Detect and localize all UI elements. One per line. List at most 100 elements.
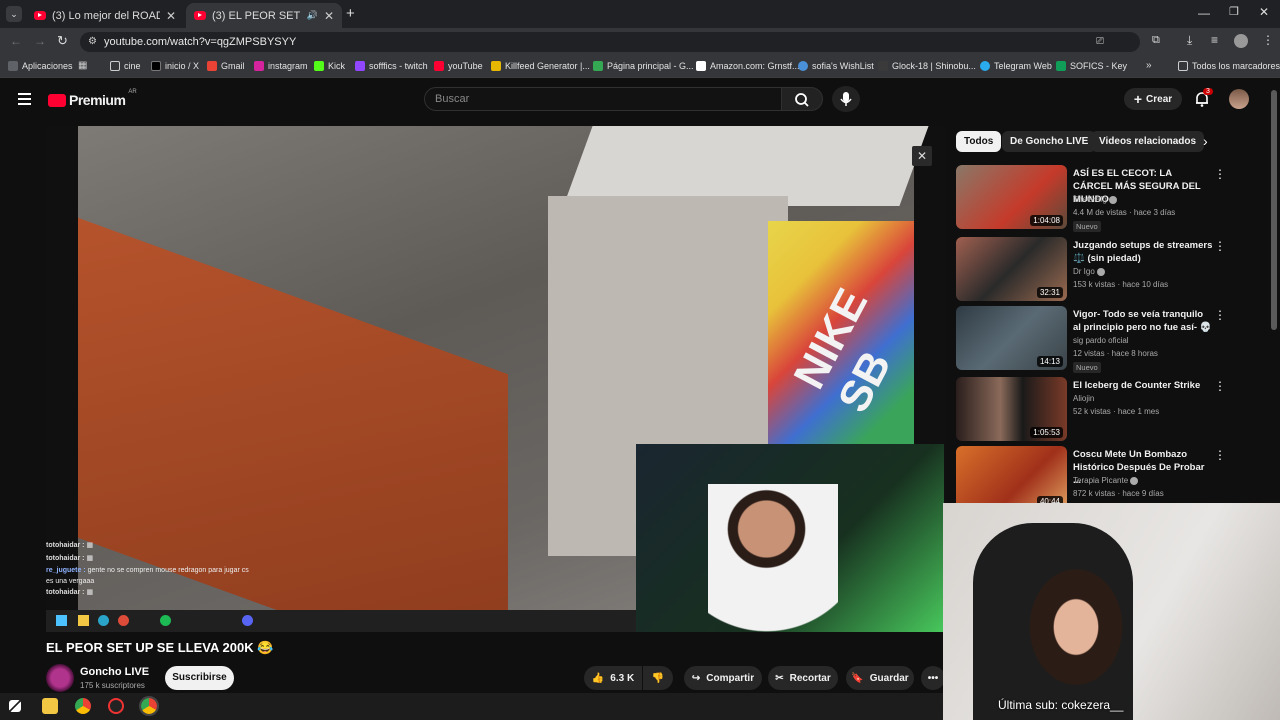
channel-name[interactable]: Goncho LIVE: [80, 666, 149, 678]
start-icon[interactable]: [9, 700, 21, 712]
browser-menu-icon[interactable]: ⋮: [1262, 33, 1274, 47]
bookmark-telegram[interactable]: Telegram Web: [980, 61, 1052, 71]
video-thumbnail[interactable]: 1:04:08: [956, 165, 1067, 229]
page-scrollbar[interactable]: [1271, 90, 1277, 330]
search-button[interactable]: [781, 87, 823, 111]
new-tab-button[interactable]: +: [346, 5, 355, 22]
all-bookmarks[interactable]: Todos los marcadores: [1178, 61, 1280, 71]
video-player[interactable]: NIKE SB totohaidar : ▦ totohaidar : ▦ re…: [46, 126, 946, 632]
bookmark-x[interactable]: inicio / X: [151, 61, 199, 71]
close-miniplayer-icon[interactable]: ✕: [912, 146, 932, 166]
bookmark-killfeed[interactable]: Killfeed Generator |...: [491, 61, 590, 71]
url-bar[interactable]: ⚙ youtube.com/watch?v=qgZMPSBYSYY ⎚: [80, 32, 1140, 52]
create-button[interactable]: + Crear: [1124, 88, 1182, 110]
video-thumbnail[interactable]: 40:44: [956, 446, 1067, 510]
verified-icon: [1130, 476, 1139, 485]
channel-avatar[interactable]: [46, 664, 74, 692]
recommended-video[interactable]: 32:31 Juzgando setups de streamers ⚖️ (s…: [956, 237, 1256, 301]
close-tab-icon[interactable]: ✕: [166, 9, 176, 23]
recommended-channel[interactable]: sig pardo oficial: [1073, 336, 1129, 345]
browser-tab-2-active[interactable]: (3) EL PEOR SET UP SE LLEV 🔊 ✕: [186, 3, 342, 28]
menu-icon[interactable]: [14, 90, 34, 108]
tab-list-icon[interactable]: ⌄: [6, 6, 22, 22]
video-thumbnail[interactable]: 14:13: [956, 306, 1067, 370]
voice-search-button[interactable]: [832, 86, 860, 112]
bookmark-amazon[interactable]: Amazon.com: Grnstf...: [696, 61, 800, 71]
close-tab-icon[interactable]: ✕: [324, 9, 334, 23]
video-duration: 32:31: [1036, 287, 1063, 298]
chrome-icon[interactable]: [75, 698, 91, 714]
bookmark-wishlist[interactable]: sofia's WishList: [798, 61, 874, 71]
restore-icon[interactable]: ❐: [1229, 5, 1239, 18]
back-icon[interactable]: ←: [10, 34, 22, 48]
bookmark-sofics[interactable]: SOFICS - Key: [1056, 61, 1127, 71]
dislike-button[interactable]: 👎: [643, 666, 673, 690]
chat-line: totohaidar : ▦: [46, 589, 94, 596]
file-explorer-icon[interactable]: [42, 698, 58, 714]
recommended-video[interactable]: 40:44 Coscu Mete Un Bombazo Histórico De…: [956, 446, 1256, 510]
like-button[interactable]: 👍 6.3 K: [584, 666, 642, 690]
recommended-channel[interactable]: Terapia Picante: [1073, 476, 1139, 485]
recommended-channel[interactable]: TheGrefg: [1073, 195, 1117, 204]
account-avatar[interactable]: [1229, 89, 1249, 109]
forward-icon[interactable]: →: [34, 34, 46, 48]
media-icon[interactable]: ≡: [1211, 33, 1218, 47]
more-options-icon[interactable]: ⋮: [1214, 308, 1226, 322]
youtube-play-icon: [48, 93, 66, 107]
share-button[interactable]: ↪ Compartir: [684, 666, 762, 690]
recommended-video[interactable]: 14:13 Vigor- Todo se veía tranquilo al p…: [956, 306, 1256, 373]
video-thumbnail[interactable]: 32:31: [956, 237, 1067, 301]
bookmark-cine[interactable]: cine: [110, 61, 141, 71]
download-icon[interactable]: ⤓: [1187, 33, 1192, 48]
grid-icon[interactable]: ▦: [78, 60, 87, 71]
bookmark-kick[interactable]: Kick: [314, 61, 345, 71]
create-label: Crear: [1146, 93, 1173, 105]
more-bookmarks-icon[interactable]: »: [1146, 60, 1152, 71]
more-actions-button[interactable]: •••: [921, 666, 945, 690]
clip-button[interactable]: ✂ Recortar: [768, 666, 838, 690]
video-taskbar-strip: [46, 610, 636, 632]
recommended-video[interactable]: 1:05:53 El Iceberg de Counter Strike Ali…: [956, 377, 1256, 441]
more-options-icon[interactable]: ⋮: [1214, 448, 1226, 462]
recommended-channel[interactable]: Dr Igo: [1073, 267, 1105, 276]
extensions-icon[interactable]: ⧉: [1152, 34, 1160, 47]
recommended-video[interactable]: 1:04:08 ASÍ ES EL CECOT: LA CÁRCEL MÁS S…: [956, 165, 1256, 232]
more-options-icon[interactable]: ⋮: [1214, 239, 1226, 253]
subscribe-button[interactable]: Suscribirse: [165, 666, 234, 690]
chip-next-chevron-icon[interactable]: ›: [1203, 133, 1208, 149]
bookmark-twitch[interactable]: sofffics - twitch: [355, 61, 428, 71]
browser-tab-1[interactable]: (3) Lo mejor del ROAD TO TOP ✕: [26, 3, 184, 28]
bookmark-apps[interactable]: Aplicaciones: [8, 61, 73, 71]
youtube-logo[interactable]: Premium AR: [48, 89, 137, 108]
more-options-icon[interactable]: ⋮: [1214, 167, 1226, 181]
reload-icon[interactable]: ↻: [57, 33, 68, 49]
bookmark-gmail[interactable]: Gmail: [207, 61, 245, 71]
profile-icon[interactable]: [1234, 34, 1248, 48]
recommended-title[interactable]: El Iceberg de Counter Strike: [1073, 379, 1213, 392]
edge-icon: [98, 615, 109, 626]
install-app-icon[interactable]: ⎚: [1096, 32, 1104, 52]
minimize-icon[interactable]: —: [1198, 6, 1210, 20]
recommended-channel[interactable]: Aliojin: [1073, 394, 1094, 403]
kick-icon: [314, 61, 324, 71]
notifications-button[interactable]: 3: [1193, 88, 1213, 113]
recommended-title[interactable]: Vigor- Todo se veía tranquilo al princip…: [1073, 308, 1213, 334]
bookmark-youtube[interactable]: youTube: [434, 61, 483, 71]
crosshair-app-icon[interactable]: [108, 698, 124, 714]
bookmark-drive[interactable]: Página principal - G...: [593, 61, 694, 71]
close-window-icon[interactable]: ✕: [1259, 5, 1269, 19]
more-options-icon[interactable]: ⋮: [1214, 379, 1226, 393]
audio-icon[interactable]: 🔊: [307, 10, 318, 21]
chip-de-goncho-live[interactable]: De Goncho LIVE: [1002, 131, 1097, 152]
bookmark-instagram[interactable]: instagram: [254, 61, 308, 71]
bookmark-glock[interactable]: Glock-18 | Shinobu...: [878, 61, 976, 71]
chip-todos[interactable]: Todos: [956, 131, 1002, 152]
chip-videos-relacionados[interactable]: Videos relacionados: [1091, 131, 1205, 152]
chrome-active-icon[interactable]: [139, 696, 159, 716]
save-button[interactable]: 🔖 Guardar: [846, 666, 914, 690]
site-info-icon[interactable]: ⚙: [88, 32, 97, 52]
search-input[interactable]: Buscar: [424, 87, 782, 111]
video-thumbnail[interactable]: 1:05:53: [956, 377, 1067, 441]
video-duration: 1:05:53: [1030, 427, 1063, 438]
recommended-title[interactable]: Juzgando setups de streamers ⚖️ (sin pie…: [1073, 239, 1213, 265]
